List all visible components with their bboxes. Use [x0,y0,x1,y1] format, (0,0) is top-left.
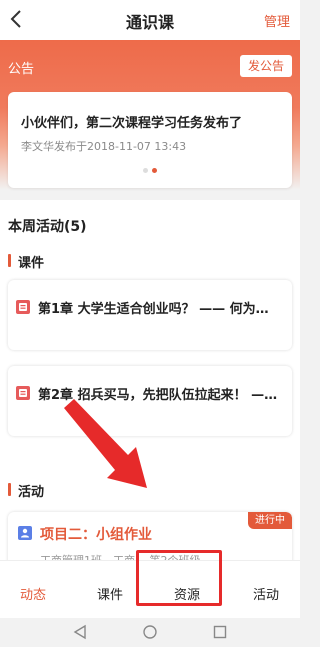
courseware-item[interactable]: 第1章 大学生适合创业吗？ —— 何为… [8,280,292,350]
group-icon [18,526,32,540]
courseware-heading: 课件 [8,252,44,271]
carousel-dot [143,168,148,173]
tab-activities[interactable]: 活动 [253,584,279,603]
notice-meta: 李文华发布于2018-11-07 13:43 [21,140,187,153]
tab-dynamics[interactable]: 动态 [20,584,46,603]
top-bar: 通识课 管理 [0,0,300,40]
courseware-item[interactable]: 第2章 招兵买马，先把队伍拉起来！ —… [8,366,292,436]
activity-heading: 活动 [8,481,44,500]
highlight-box [136,550,222,606]
system-navigation-bar [0,618,300,647]
home-circle-icon[interactable] [142,624,158,640]
page-title: 通识课 [125,13,174,32]
manage-button[interactable]: 管理 [264,11,290,30]
back-triangle-icon[interactable] [72,624,88,640]
notice-label: 公告 [8,62,35,77]
document-icon [16,386,30,400]
tab-courseware[interactable]: 课件 [97,584,123,603]
status-badge: 进行中 [248,512,292,529]
courseware-title: 第2章 招兵买马，先把队伍拉起来！ —… [38,388,278,403]
document-icon [16,300,30,314]
carousel-dot-active [152,168,157,173]
notice-card[interactable]: 小伙伴们，第二次课程学习任务发布了 李文华发布于2018-11-07 13:43 [8,92,292,188]
recent-apps-icon[interactable] [212,624,228,640]
weekly-activities-title: 本周活动(5) [8,219,87,235]
carousel-indicator [8,168,292,173]
notice-text: 小伙伴们，第二次课程学习任务发布了 [21,116,243,131]
post-notice-button[interactable]: 发公告 [240,55,292,77]
courseware-title: 第1章 大学生适合创业吗？ —— 何为… [38,302,269,317]
activity-title: 项目二：小组作业 [40,527,152,543]
